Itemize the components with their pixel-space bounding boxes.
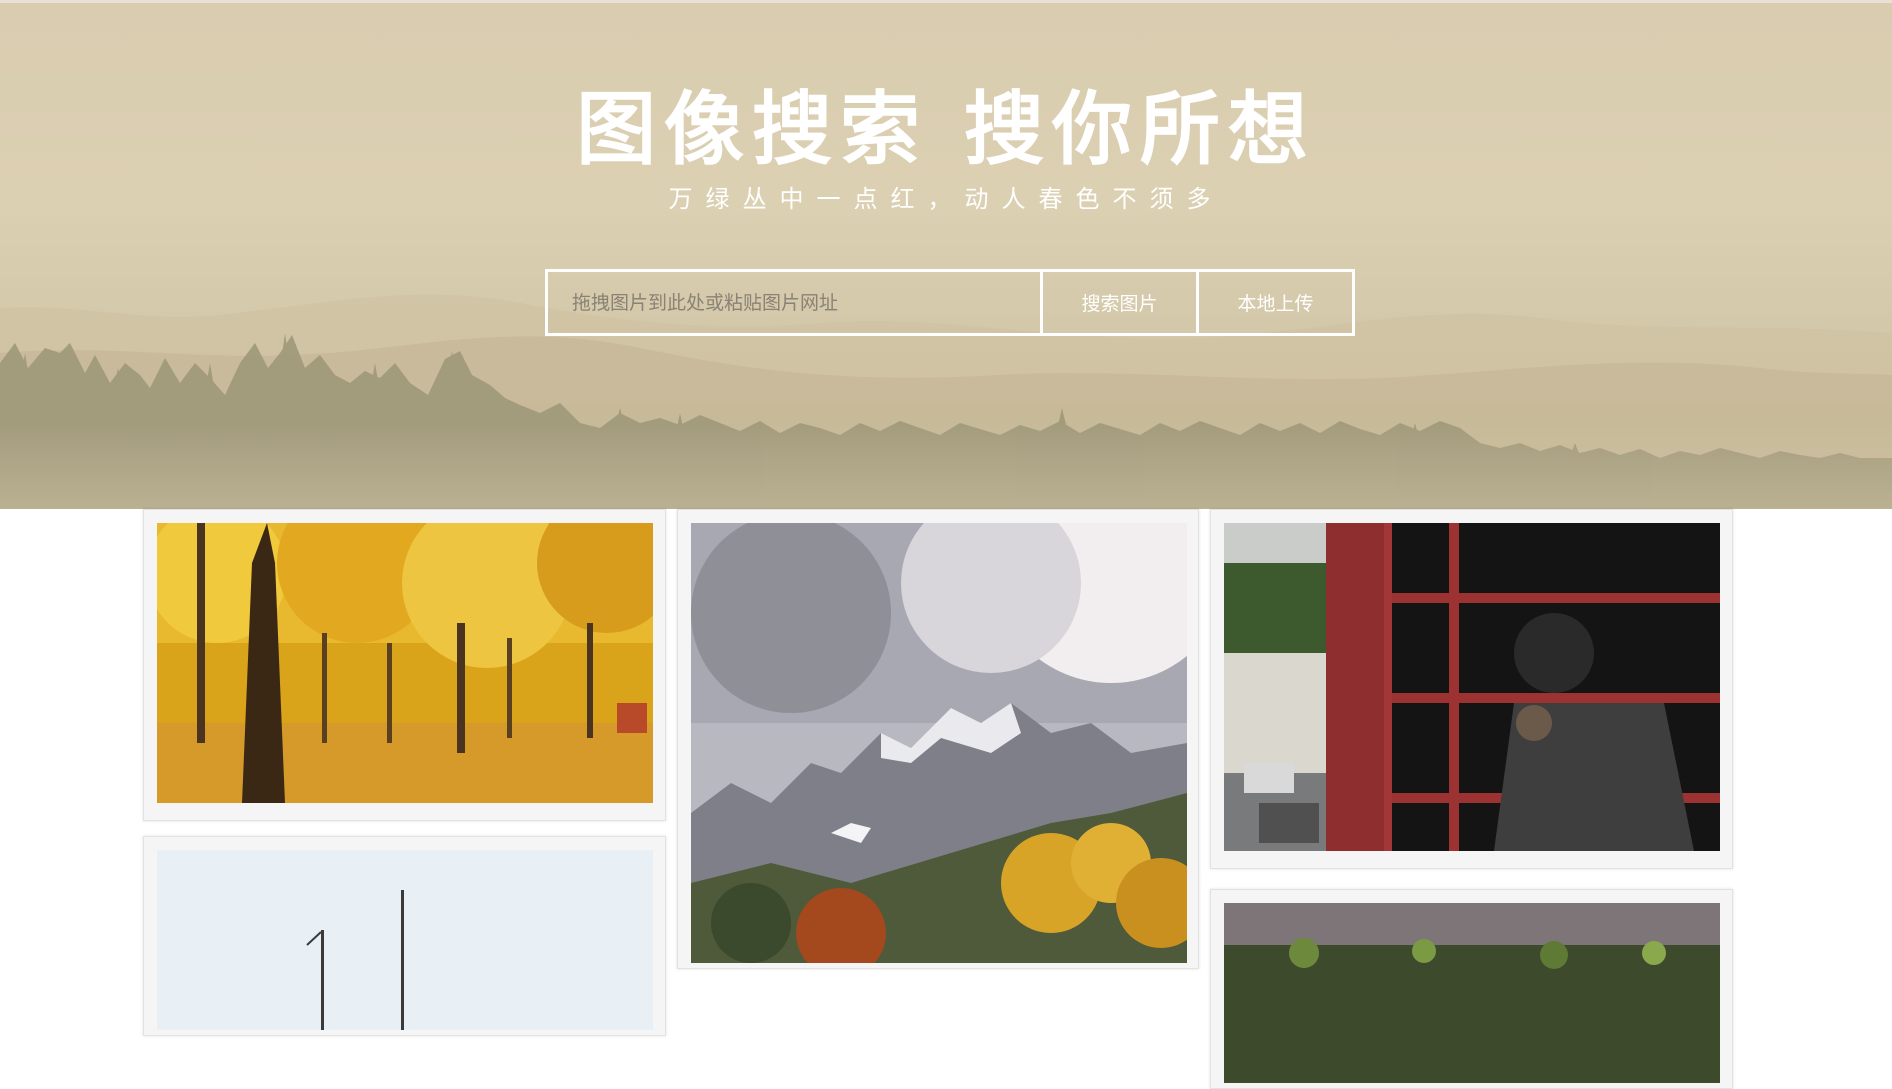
gallery-card[interactable] — [143, 836, 666, 1036]
search-bar: 搜索图片 本地上传 — [545, 269, 1355, 336]
autumn-forest-photo[interactable] — [157, 523, 653, 803]
local-upload-button[interactable]: 本地上传 — [1199, 269, 1355, 336]
gallery-card[interactable] — [1210, 509, 1733, 869]
sailboat-photo[interactable] — [157, 850, 653, 1030]
trees-photo[interactable] — [1224, 903, 1720, 1083]
snowy-mountain-photo[interactable] — [691, 523, 1187, 963]
gallery-card[interactable] — [143, 509, 666, 821]
search-image-button[interactable]: 搜索图片 — [1043, 269, 1199, 336]
phone-booth-photo[interactable] — [1224, 523, 1720, 851]
gallery-card[interactable] — [1210, 889, 1733, 1089]
hero-title: 图像搜索 搜你所想 — [576, 83, 1316, 176]
search-input[interactable] — [545, 269, 1043, 336]
gallery-card[interactable] — [677, 509, 1199, 969]
hero-banner: 图像搜索 搜你所想 万绿丛中一点红，动人春色不须多 搜索图片 本地上传 — [0, 0, 1892, 509]
hero-subtitle: 万绿丛中一点红，动人春色不须多 — [668, 185, 1224, 213]
